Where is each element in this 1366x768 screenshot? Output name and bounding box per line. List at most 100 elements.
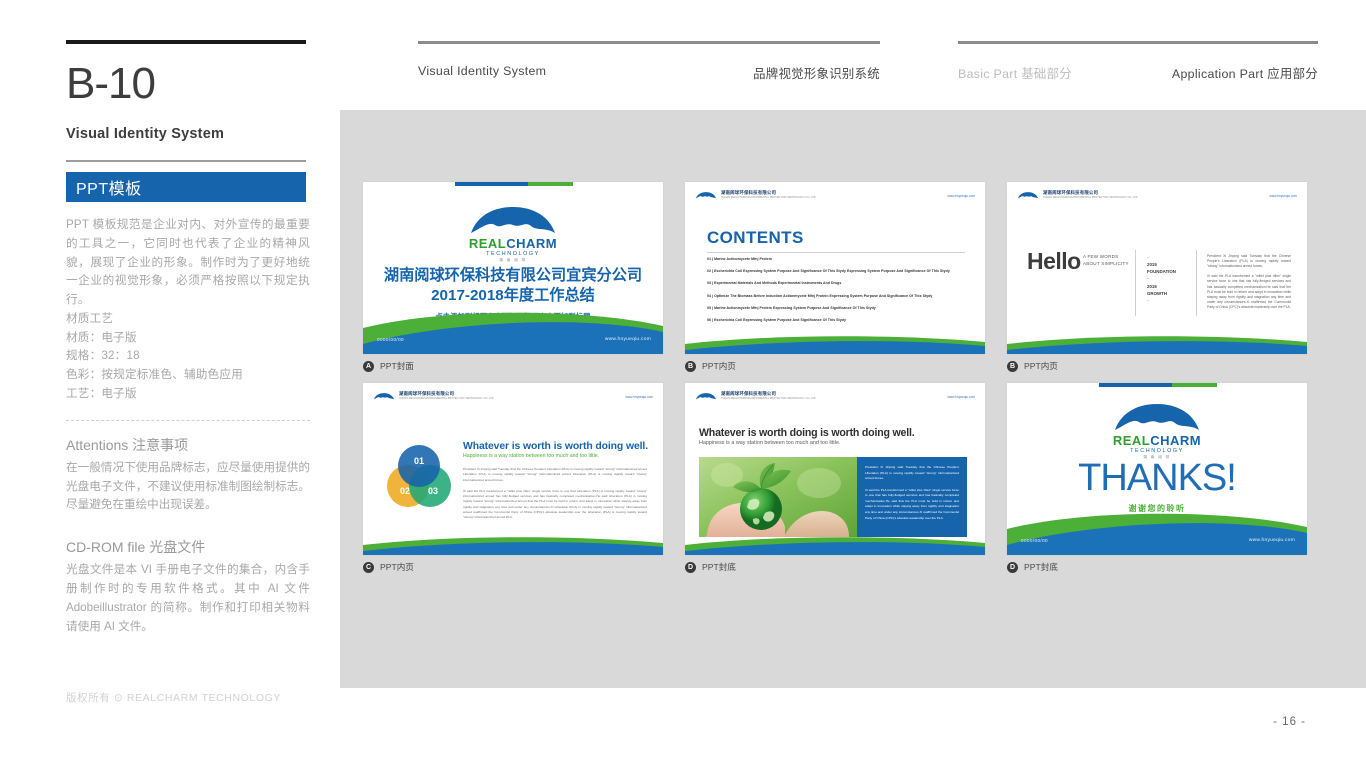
section-title-bar: PPT模板 xyxy=(66,172,306,202)
slide-caption-photo: D PPT封底 xyxy=(685,561,1007,573)
contents-list: 01 | Marine Actinomycete Mfnj Protein 02… xyxy=(707,257,969,331)
logo-word-charm: CHARM xyxy=(1150,433,1202,448)
hello-timeline: – 2015 FOUNDATION – 2016 GROWTH – xyxy=(1147,254,1189,304)
cdrom-body: 光盘文件是本 VI 手册电子文件的集合，内含手册制作时的专用软件格式。其中 AI… xyxy=(66,563,310,633)
slide-footer-wave xyxy=(1007,336,1307,354)
nav-rule-right xyxy=(958,41,1318,44)
thanks-topbar xyxy=(1099,383,1217,387)
cdrom-heading: CD-ROM file 光盘文件 xyxy=(66,539,206,556)
attentions-body: 在一般情况下使用品牌标志，应尽量使用提供的光盘电子文件，不建议使用标准制图绘制标… xyxy=(66,460,310,512)
cover-logo-tagline: TECHNOLOGY xyxy=(486,251,540,257)
mountain-logo-icon xyxy=(1017,192,1039,199)
slide-footer-wave xyxy=(363,537,663,555)
cover-wave-graphic xyxy=(363,312,663,354)
nav-item-basic-part[interactable]: Basic Part 基础部分 xyxy=(958,64,1072,82)
contents-rule xyxy=(707,252,965,253)
caption-label: PPT封底 xyxy=(1024,562,1058,572)
attentions-heading: Attentions 注意事项 xyxy=(66,436,189,453)
slide-cell-thanks: REALCHARM TECHNOLOGY 湖 南 阅 球 THANKS! 谢谢您… xyxy=(1007,383,1329,584)
slide-header-company-en: HUNAN REALCHARM ENVIRONMENTAL PROTECTION… xyxy=(721,196,816,200)
top-rule-divider xyxy=(66,40,306,44)
slide-cell-contents: 湖南阅球环保科技有限公司 HUNAN REALCHARM ENVIRONMENT… xyxy=(685,182,1007,383)
venn-label: 03 xyxy=(427,486,438,496)
contents-item[interactable]: 03 | Experimental Materials And Methods … xyxy=(707,282,969,286)
venn-title: Whatever is worth is worth doing well. xyxy=(463,441,648,452)
hello-word: Hello xyxy=(1027,248,1081,274)
thanks-logo-tagline: TECHNOLOGY xyxy=(1130,448,1184,454)
caption-label: PPT内页 xyxy=(1024,361,1058,371)
caption-badge: D xyxy=(1007,561,1018,573)
section-body-paragraph: PPT 模板规范是企业对内、对外宣传的最重要的工具之一，它同时也代表了企业的精神… xyxy=(66,218,310,307)
venn-diagram: 02 03 01 xyxy=(387,445,451,507)
thanks-date: 0000/00/00 xyxy=(1021,538,1048,543)
cover-website: www.hnyueqiu.com xyxy=(604,337,651,342)
slide-header-company-en: HUNAN REALCHARM ENVIRONMENTAL PROTECTION… xyxy=(399,397,494,401)
cover-title-line2: 2017-2018年度工作总结 xyxy=(431,287,595,305)
contents-item[interactable]: 02 | Escherichia Coli Expressing System … xyxy=(707,269,969,274)
slide-caption-hello: B PPT内页 xyxy=(1007,360,1329,372)
slide-cell-venn: 湖南阅球环保科技有限公司 HUNAN REALCHARM ENVIRONMENT… xyxy=(363,383,685,584)
contents-item[interactable]: 05 | Marine Actionmycete Mfnj Protein Ex… xyxy=(707,306,969,311)
ppt-slide-venn[interactable]: 湖南阅球环保科技有限公司 HUNAN REALCHARM ENVIRONMENT… xyxy=(363,383,663,555)
hello-divider-2 xyxy=(1196,250,1197,316)
cover-topbar xyxy=(455,182,573,186)
cover-logo-cn: 湖 南 阅 球 xyxy=(499,258,527,262)
hello-timeline-item: – xyxy=(1147,255,1150,260)
venn-circle-01: 01 xyxy=(398,445,440,487)
spec-line-4: 工艺：电子版 xyxy=(66,387,137,401)
ppt-slide-hello[interactable]: 湖南阅球环保科技有限公司 HUNAN REALCHARM ENVIRONMENT… xyxy=(1007,182,1307,354)
nav-item-vis-cn[interactable]: 品牌视觉形象识别系统 xyxy=(753,64,880,82)
ppt-slide-cover[interactable]: REALCHARM TECHNOLOGY 湖 南 阅 球 湖南阅球环保科技有限公… xyxy=(363,182,663,354)
left-info-column: B-10 Visual Identity System PPT模板 PPT 模板… xyxy=(66,40,316,636)
nav-group-right: Basic Part 基础部分 Application Part 应用部分 xyxy=(958,41,1318,82)
hello-timeline-item: 2016 xyxy=(1147,283,1157,289)
hello-divider-1 xyxy=(1135,250,1136,316)
contents-item[interactable]: 04 | Optimize The Biomass Before Inducti… xyxy=(707,294,969,299)
hello-subtitle: A FEW WORDS ABOUT SIMPLICITY xyxy=(1083,254,1129,266)
mountain-logo-icon xyxy=(695,192,717,199)
hello-timeline-item: GROWTH xyxy=(1147,290,1167,296)
caption-label: PPT封底 xyxy=(702,562,736,572)
photo-body-p1: President Xi Jinping said Tuesday that t… xyxy=(865,465,959,481)
cover-logo-wordmark: REALCHARM xyxy=(363,237,663,250)
slide-cell-photo: 湖南阅球环保科技有限公司 HUNAN REALCHARM ENVIRONMENT… xyxy=(685,383,1007,584)
mountain-logo-icon xyxy=(373,393,395,400)
slide-footer-wave xyxy=(685,336,985,354)
caption-badge: D xyxy=(685,561,696,573)
contents-item[interactable]: 06 | Escherichia Coli Expressing System … xyxy=(707,318,969,323)
caption-badge: B xyxy=(685,360,696,372)
page-code-subtitle: Visual Identity System xyxy=(66,126,225,142)
vi-manual-page: B-10 Visual Identity System PPT模板 PPT 模板… xyxy=(0,0,1366,768)
slide-caption-contents: B PPT内页 xyxy=(685,360,1007,372)
slide-cell-cover: REALCHARM TECHNOLOGY 湖 南 阅 球 湖南阅球环保科技有限公… xyxy=(363,182,685,383)
hello-body: President Xi Jinping said Tuesday that t… xyxy=(1207,254,1291,310)
dashed-divider xyxy=(66,419,310,421)
hello-timeline-item: FOUNDATION xyxy=(1147,269,1176,275)
hello-timeline-item: 2015 xyxy=(1147,262,1157,268)
slide-cell-hello: 湖南阅球环保科技有限公司 HUNAN REALCHARM ENVIRONMENT… xyxy=(1007,182,1329,383)
thanks-website: www.hnyueqiu.com xyxy=(1248,538,1295,543)
slide-header-website: www.hnyueqiu.com xyxy=(947,395,975,399)
slide-header-logo: 湖南阅球环保科技有限公司 HUNAN REALCHARM ENVIRONMENT… xyxy=(695,391,816,402)
slide-header-company-en: HUNAN REALCHARM ENVIRONMENTAL PROTECTION… xyxy=(1043,196,1138,200)
thanks-logo: REALCHARM TECHNOLOGY 湖 南 阅 球 xyxy=(1007,403,1307,460)
thin-rule-divider xyxy=(66,160,306,162)
ppt-slide-photo[interactable]: 湖南阅球环保科技有限公司 HUNAN REALCHARM ENVIRONMENT… xyxy=(685,383,985,555)
hello-timeline-item: – xyxy=(1147,276,1150,282)
photo-text-panel: President Xi Jinping said Tuesday that t… xyxy=(857,457,967,537)
hello-body-p2: Xi said the PLA transformed a "millet pl… xyxy=(1207,274,1291,309)
ppt-slide-thanks[interactable]: REALCHARM TECHNOLOGY 湖 南 阅 球 THANKS! 谢谢您… xyxy=(1007,383,1307,555)
slide-header-company-en: HUNAN REALCHARM ENVIRONMENTAL PROTECTION… xyxy=(721,397,816,401)
slide-header-logo: 湖南阅球环保科技有限公司 HUNAN REALCHARM ENVIRONMENT… xyxy=(373,391,494,402)
nav-item-vis[interactable]: Visual Identity System xyxy=(418,64,546,82)
cover-title: 湖南阅球环保科技有限公司宜宾分公司 2017-2018年度工作总结 xyxy=(363,266,663,306)
spec-line-1: 材质：电子版 xyxy=(66,330,137,344)
logo-word-charm: CHARM xyxy=(506,236,558,251)
venn-body-p1: President Xi Jinping said Tuesday that t… xyxy=(463,467,647,482)
ppt-slide-contents[interactable]: 湖南阅球环保科技有限公司 HUNAN REALCHARM ENVIRONMENT… xyxy=(685,182,985,354)
caption-badge: C xyxy=(363,561,374,573)
contents-item[interactable]: 01 | Marine Actinomycete Mfnj Protein xyxy=(707,257,969,262)
hands-globe-leaves-image xyxy=(699,457,857,537)
nav-item-application-part[interactable]: Application Part 应用部分 xyxy=(1172,64,1318,82)
nav-rule-left xyxy=(418,41,880,44)
